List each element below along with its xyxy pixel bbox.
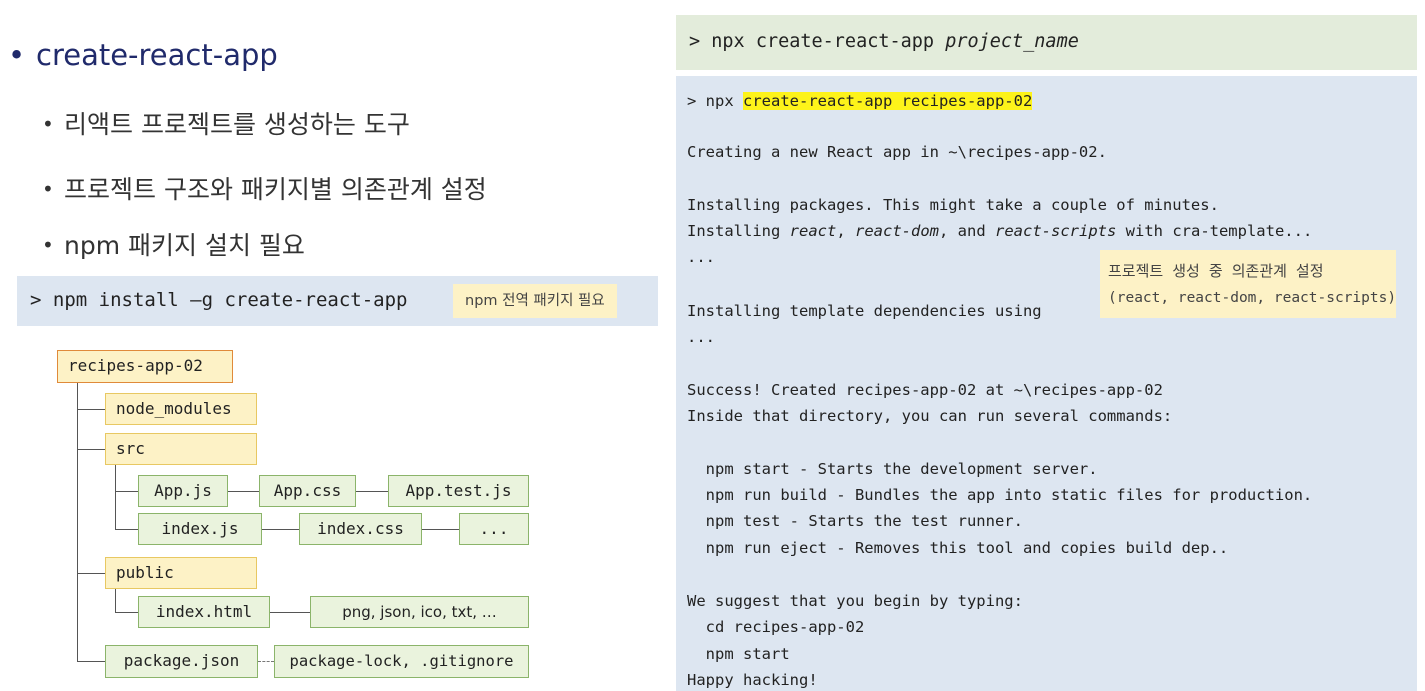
tree-folder-public: public [105, 557, 257, 589]
terminal-text: Installing [687, 222, 790, 240]
src-branch-line [115, 465, 116, 530]
tree-branch-line [115, 612, 138, 613]
npx-command: > npx create-react-app project_name [689, 31, 1079, 52]
terminal-highlighted-command: create-react-app recipes-app-02 [743, 92, 1033, 110]
terminal-output: > npx create-react-app recipes-app-02 Cr… [676, 76, 1417, 691]
tree-link-line [270, 612, 310, 613]
tree-dashed-link [258, 661, 274, 662]
terminal-line-installing-packages: Installing react, react-dom, and react-s… [687, 222, 1312, 240]
tree-link-line [228, 491, 259, 492]
terminal-line-suggest: We suggest that you begin by typing: [687, 592, 1023, 610]
npx-command-bar: > npx create-react-app project_name [676, 15, 1417, 70]
tree-file-package-lock: package-lock, .gitignore [274, 645, 529, 678]
terminal-package-name: react-dom [855, 222, 939, 240]
terminal-prompt-line: > npx create-react-app recipes-app-02 [687, 92, 1033, 110]
terminal-line-installing: Installing packages. This might take a c… [687, 196, 1219, 214]
tree-file-index-js: index.js [138, 513, 262, 545]
tree-branch-line [77, 573, 105, 574]
tree-file-more: ... [459, 513, 529, 545]
terminal-package-name: react-scripts [995, 222, 1117, 240]
terminal-line-start: npm start [687, 645, 790, 663]
tree-file-package-json: package.json [105, 645, 258, 678]
public-branch-line [115, 589, 116, 613]
npx-command-prefix: > npx create-react-app [689, 31, 946, 52]
tree-file-app-js: App.js [138, 475, 228, 507]
terminal-line-happy: Happy hacking! [687, 671, 818, 689]
terminal-text: , [836, 222, 855, 240]
tree-file-app-test: App.test.js [388, 475, 529, 507]
tree-branch-line [115, 529, 138, 530]
terminal-line-npm-test: npm test - Starts the test runner. [687, 512, 1023, 530]
terminal-line-template-deps: Installing template dependencies using [687, 302, 1042, 320]
terminal-line-cd: cd recipes-app-02 [687, 618, 865, 636]
tree-file-index-css: index.css [299, 513, 422, 545]
tree-folder-src: src [105, 433, 257, 465]
tree-root-folder: recipes-app-02 [57, 350, 233, 383]
folder-tree: recipes-app-02 node_modules src App.js A… [0, 0, 660, 691]
terminal-line-success: Success! Created recipes-app-02 at ~\rec… [687, 381, 1163, 399]
terminal-text: , and [939, 222, 995, 240]
tree-file-app-css: App.css [259, 475, 356, 507]
tree-link-line [356, 491, 388, 492]
tree-branch-line [77, 409, 105, 410]
terminal-line-creating: Creating a new React app in ~\recipes-ap… [687, 143, 1107, 161]
tree-link-line [262, 529, 299, 530]
npx-command-arg: project_name [945, 31, 1079, 52]
terminal-line-ellipsis: ... [687, 248, 715, 266]
terminal-text: with cra-template... [1116, 222, 1313, 240]
terminal-package-name: react [789, 222, 837, 240]
terminal-prompt: > npx [687, 92, 743, 110]
tree-trunk-line [77, 383, 78, 662]
tree-file-public-assets: png, json, ico, txt, … [310, 596, 529, 628]
terminal-line-npm-start: npm start - Starts the development serve… [687, 460, 1098, 478]
tree-branch-line [115, 491, 138, 492]
terminal-line-ellipsis: ... [687, 328, 715, 346]
dependency-tooltip: 프로젝트 생성 중 의존관계 설정 (react, react-dom, rea… [1100, 250, 1396, 318]
tooltip-line-1: 프로젝트 생성 중 의존관계 설정 [1108, 262, 1324, 280]
tree-folder-node-modules: node_modules [105, 393, 257, 425]
tree-link-line [422, 529, 459, 530]
terminal-line-npm-eject: npm run eject - Removes this tool and co… [687, 539, 1229, 557]
terminal-line-npm-build: npm run build - Bundles the app into sta… [687, 486, 1313, 504]
tree-branch-line [77, 449, 105, 450]
tree-branch-line [77, 661, 105, 662]
tree-file-index-html: index.html [138, 596, 270, 628]
tooltip-line-2: (react, react-dom, react-scripts) [1108, 290, 1397, 306]
terminal-line-inside: Inside that directory, you can run sever… [687, 407, 1173, 425]
